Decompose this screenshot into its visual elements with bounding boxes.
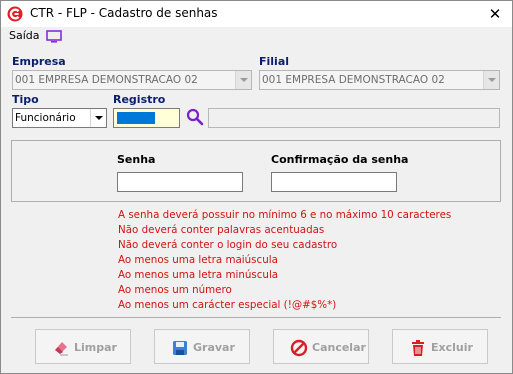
rule-item: Não deverá conter palavras acentuadas	[118, 224, 325, 236]
filial-combo[interactable]: 001 EMPRESA DEMONSTRACAO 02	[259, 70, 500, 90]
senha-input[interactable]	[117, 172, 243, 192]
registro-name-field	[208, 108, 500, 128]
empresa-label: Empresa	[12, 55, 66, 68]
chevron-down-icon	[90, 109, 106, 127]
eraser-icon	[55, 342, 68, 356]
filial-label: Filial	[259, 55, 290, 68]
trash-icon	[412, 340, 424, 356]
rule-item: Ao menos um número	[118, 284, 232, 296]
registro-input[interactable]	[113, 108, 180, 128]
rule-item: Ao menos um carácter especial (!@#$%*)	[118, 299, 337, 311]
excluir-label: Excluir	[431, 341, 473, 354]
rule-item: A senha deverá possuir no mínimo 6 e no …	[118, 209, 452, 221]
save-icon	[173, 341, 187, 355]
close-icon: ✕	[488, 5, 502, 23]
confirmacao-input[interactable]	[271, 172, 397, 192]
tipo-value: Funcionário	[15, 112, 76, 124]
search-icon[interactable]	[185, 107, 205, 127]
app-logo-icon	[7, 6, 23, 22]
close-button[interactable]: ✕	[481, 3, 509, 25]
monitor-icon[interactable]	[46, 30, 62, 43]
title-bar: CTR - FLP - Cadastro de senhas ✕	[1, 1, 512, 27]
cancel-icon	[290, 339, 308, 357]
gravar-button[interactable]: Gravar	[154, 329, 250, 364]
cancelar-label: Cancelar	[312, 341, 366, 354]
gravar-label: Gravar	[193, 341, 235, 354]
registro-label: Registro	[113, 93, 166, 106]
password-panel: Senha Confirmação da senha	[11, 140, 501, 202]
tipo-combo[interactable]: Funcionário	[12, 108, 107, 128]
tipo-label: Tipo	[12, 93, 39, 106]
menu-saida[interactable]: Saída	[9, 29, 40, 42]
confirmacao-label: Confirmação da senha	[271, 153, 409, 166]
chevron-down-icon	[235, 71, 251, 89]
excluir-button[interactable]: Excluir	[392, 329, 488, 364]
menu-bar: Saída	[1, 27, 512, 47]
limpar-button[interactable]: Limpar	[35, 329, 131, 364]
registro-selection	[117, 112, 155, 124]
button-bar: Limpar Gravar Cancelar Excluir	[11, 317, 501, 373]
password-rules: A senha deverá possuir no mínimo 6 e no …	[118, 208, 451, 313]
chevron-down-icon	[483, 71, 499, 89]
rule-item: Ao menos uma letra minúscula	[118, 269, 279, 281]
rule-item: Não deverá conter o login do seu cadastr…	[118, 239, 338, 251]
cadastro-senhas-window: CTR - FLP - Cadastro de senhas ✕ Saída E…	[0, 0, 513, 374]
filial-value: 001 EMPRESA DEMONSTRACAO 02	[262, 74, 445, 86]
empresa-combo[interactable]: 001 EMPRESA DEMONSTRACAO 02	[12, 70, 252, 90]
empresa-value: 001 EMPRESA DEMONSTRACAO 02	[15, 74, 198, 86]
limpar-label: Limpar	[74, 341, 117, 354]
cancelar-button[interactable]: Cancelar	[273, 329, 369, 364]
window-title: CTR - FLP - Cadastro de senhas	[30, 6, 218, 20]
rule-item: Ao menos uma letra maiúscula	[118, 254, 278, 266]
senha-label: Senha	[117, 153, 156, 166]
